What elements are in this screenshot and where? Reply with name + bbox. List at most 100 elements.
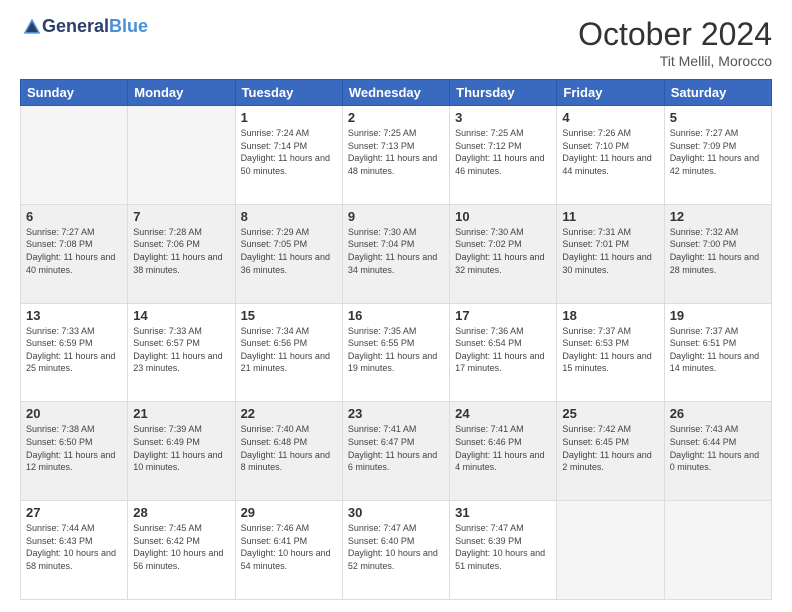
calendar-day-cell: 12Sunrise: 7:32 AMSunset: 7:00 PMDayligh… (664, 204, 771, 303)
calendar-day-cell: 17 Sunrise: 7:36 AMSunset: 6:54 PMDayligh… (450, 303, 557, 402)
day-number: 30 (348, 505, 444, 520)
calendar-day-cell: 3 Sunrise: 7:25 AMSunset: 7:12 PMDaylight… (450, 106, 557, 205)
calendar-day-cell: 23 Sunrise: 7:41 AMSunset: 6:47 PMDayligh… (342, 402, 449, 501)
day-number: 7 (133, 209, 229, 224)
calendar-week-row: 20 Sunrise: 7:38 AMSunset: 6:50 PMDayligh… (21, 402, 772, 501)
col-monday: Monday (128, 80, 235, 106)
day-info: Sunrise: 7:40 AMSunset: 6:48 PMDaylight:… (241, 423, 337, 473)
day-info: Sunrise: 7:37 AMSunset: 6:53 PMDaylight:… (562, 325, 658, 375)
calendar-day-cell: 6Sunrise: 7:27 AMSunset: 7:08 PMDaylight… (21, 204, 128, 303)
calendar-day-cell: 9 Sunrise: 7:30 AMSunset: 7:04 PMDaylight… (342, 204, 449, 303)
calendar-day-cell: 8Sunrise: 7:29 AMSunset: 7:05 PMDaylight… (235, 204, 342, 303)
calendar-day-cell: 10 Sunrise: 7:30 AMSunset: 7:02 PMDayligh… (450, 204, 557, 303)
calendar-table: Sunday Monday Tuesday Wednesday Thursday… (20, 79, 772, 600)
header: GeneralBlue October 2024 Tit Mellil, Mor… (20, 16, 772, 69)
day-number: 31 (455, 505, 551, 520)
day-number: 15 (241, 308, 337, 323)
day-number: 11 (562, 209, 658, 224)
calendar-day-cell: 13 Sunrise: 7:33 AMSunset: 6:59 PMDayligh… (21, 303, 128, 402)
calendar-day-cell (664, 501, 771, 600)
col-saturday: Saturday (664, 80, 771, 106)
day-info: Sunrise: 7:36 AMSunset: 6:54 PMDaylight:… (455, 325, 551, 375)
day-info: Sunrise: 7:32 AMSunset: 7:00 PMDaylight:… (670, 226, 766, 276)
day-info: Sunrise: 7:33 AMSunset: 6:57 PMDaylight:… (133, 325, 229, 375)
calendar-day-cell: 1Sunrise: 7:24 AMSunset: 7:14 PMDaylight… (235, 106, 342, 205)
day-number: 27 (26, 505, 122, 520)
col-sunday: Sunday (21, 80, 128, 106)
calendar-day-cell: 2 Sunrise: 7:25 AMSunset: 7:13 PMDaylight… (342, 106, 449, 205)
day-info: Sunrise: 7:38 AMSunset: 6:50 PMDaylight:… (26, 423, 122, 473)
calendar-day-cell: 21Sunrise: 7:39 AMSunset: 6:49 PMDayligh… (128, 402, 235, 501)
calendar-week-row: 13 Sunrise: 7:33 AMSunset: 6:59 PMDayligh… (21, 303, 772, 402)
day-number: 16 (348, 308, 444, 323)
day-number: 17 (455, 308, 551, 323)
day-number: 9 (348, 209, 444, 224)
calendar-day-cell: 26 Sunrise: 7:43 AMSunset: 6:44 PMDayligh… (664, 402, 771, 501)
calendar-day-cell: 4Sunrise: 7:26 AMSunset: 7:10 PMDaylight… (557, 106, 664, 205)
day-number: 2 (348, 110, 444, 125)
day-info: Sunrise: 7:28 AMSunset: 7:06 PMDaylight:… (133, 226, 229, 276)
day-info: Sunrise: 7:34 AMSunset: 6:56 PMDaylight:… (241, 325, 337, 375)
col-tuesday: Tuesday (235, 80, 342, 106)
title-section: October 2024 Tit Mellil, Morocco (578, 16, 772, 69)
location-subtitle: Tit Mellil, Morocco (578, 53, 772, 69)
day-info: Sunrise: 7:46 AMSunset: 6:41 PMDaylight:… (241, 522, 337, 572)
day-info: Sunrise: 7:47 AMSunset: 6:40 PMDaylight:… (348, 522, 444, 572)
calendar-day-cell: 18 Sunrise: 7:37 AMSunset: 6:53 PMDayligh… (557, 303, 664, 402)
day-info: Sunrise: 7:37 AMSunset: 6:51 PMDaylight:… (670, 325, 766, 375)
day-number: 1 (241, 110, 337, 125)
day-number: 20 (26, 406, 122, 421)
calendar-day-cell: 16 Sunrise: 7:35 AMSunset: 6:55 PMDayligh… (342, 303, 449, 402)
day-number: 10 (455, 209, 551, 224)
day-info: Sunrise: 7:25 AMSunset: 7:12 PMDaylight:… (455, 127, 551, 177)
day-info: Sunrise: 7:30 AMSunset: 7:04 PMDaylight:… (348, 226, 444, 276)
col-friday: Friday (557, 80, 664, 106)
day-info: Sunrise: 7:27 AMSunset: 7:09 PMDaylight:… (670, 127, 766, 177)
day-number: 23 (348, 406, 444, 421)
calendar-day-cell: 7 Sunrise: 7:28 AMSunset: 7:06 PMDaylight… (128, 204, 235, 303)
calendar-day-cell: 27 Sunrise: 7:44 AMSunset: 6:43 PMDayligh… (21, 501, 128, 600)
calendar-day-cell: 14 Sunrise: 7:33 AMSunset: 6:57 PMDayligh… (128, 303, 235, 402)
calendar-day-cell: 30 Sunrise: 7:47 AMSunset: 6:40 PMDayligh… (342, 501, 449, 600)
day-number: 19 (670, 308, 766, 323)
day-info: Sunrise: 7:43 AMSunset: 6:44 PMDaylight:… (670, 423, 766, 473)
logo-blue: Blue (109, 16, 148, 37)
day-number: 26 (670, 406, 766, 421)
day-info: Sunrise: 7:41 AMSunset: 6:46 PMDaylight:… (455, 423, 551, 473)
day-info: Sunrise: 7:29 AMSunset: 7:05 PMDaylight:… (241, 226, 337, 276)
calendar-week-row: 6Sunrise: 7:27 AMSunset: 7:08 PMDaylight… (21, 204, 772, 303)
month-title: October 2024 (578, 16, 772, 53)
col-thursday: Thursday (450, 80, 557, 106)
day-info: Sunrise: 7:42 AMSunset: 6:45 PMDaylight:… (562, 423, 658, 473)
day-number: 28 (133, 505, 229, 520)
day-number: 29 (241, 505, 337, 520)
day-info: Sunrise: 7:35 AMSunset: 6:55 PMDaylight:… (348, 325, 444, 375)
calendar-day-cell (557, 501, 664, 600)
day-number: 14 (133, 308, 229, 323)
calendar-day-cell: 31Sunrise: 7:47 AMSunset: 6:39 PMDayligh… (450, 501, 557, 600)
day-number: 18 (562, 308, 658, 323)
calendar-day-cell: 19 Sunrise: 7:37 AMSunset: 6:51 PMDayligh… (664, 303, 771, 402)
logo: GeneralBlue (20, 16, 148, 37)
calendar-day-cell (128, 106, 235, 205)
day-number: 3 (455, 110, 551, 125)
day-info: Sunrise: 7:26 AMSunset: 7:10 PMDaylight:… (562, 127, 658, 177)
day-info: Sunrise: 7:30 AMSunset: 7:02 PMDaylight:… (455, 226, 551, 276)
calendar-week-row: 1Sunrise: 7:24 AMSunset: 7:14 PMDaylight… (21, 106, 772, 205)
calendar-day-cell (21, 106, 128, 205)
day-info: Sunrise: 7:33 AMSunset: 6:59 PMDaylight:… (26, 325, 122, 375)
calendar-day-cell: 28Sunrise: 7:45 AMSunset: 6:42 PMDayligh… (128, 501, 235, 600)
day-number: 13 (26, 308, 122, 323)
day-info: Sunrise: 7:25 AMSunset: 7:13 PMDaylight:… (348, 127, 444, 177)
calendar-day-cell: 25Sunrise: 7:42 AMSunset: 6:45 PMDayligh… (557, 402, 664, 501)
calendar-day-cell: 29 Sunrise: 7:46 AMSunset: 6:41 PMDayligh… (235, 501, 342, 600)
day-info: Sunrise: 7:31 AMSunset: 7:01 PMDaylight:… (562, 226, 658, 276)
day-info: Sunrise: 7:44 AMSunset: 6:43 PMDaylight:… (26, 522, 122, 572)
calendar-day-cell: 20 Sunrise: 7:38 AMSunset: 6:50 PMDayligh… (21, 402, 128, 501)
day-info: Sunrise: 7:41 AMSunset: 6:47 PMDaylight:… (348, 423, 444, 473)
calendar-day-cell: 15 Sunrise: 7:34 AMSunset: 6:56 PMDayligh… (235, 303, 342, 402)
day-number: 21 (133, 406, 229, 421)
day-number: 6 (26, 209, 122, 224)
col-wednesday: Wednesday (342, 80, 449, 106)
logo-icon (22, 17, 42, 37)
